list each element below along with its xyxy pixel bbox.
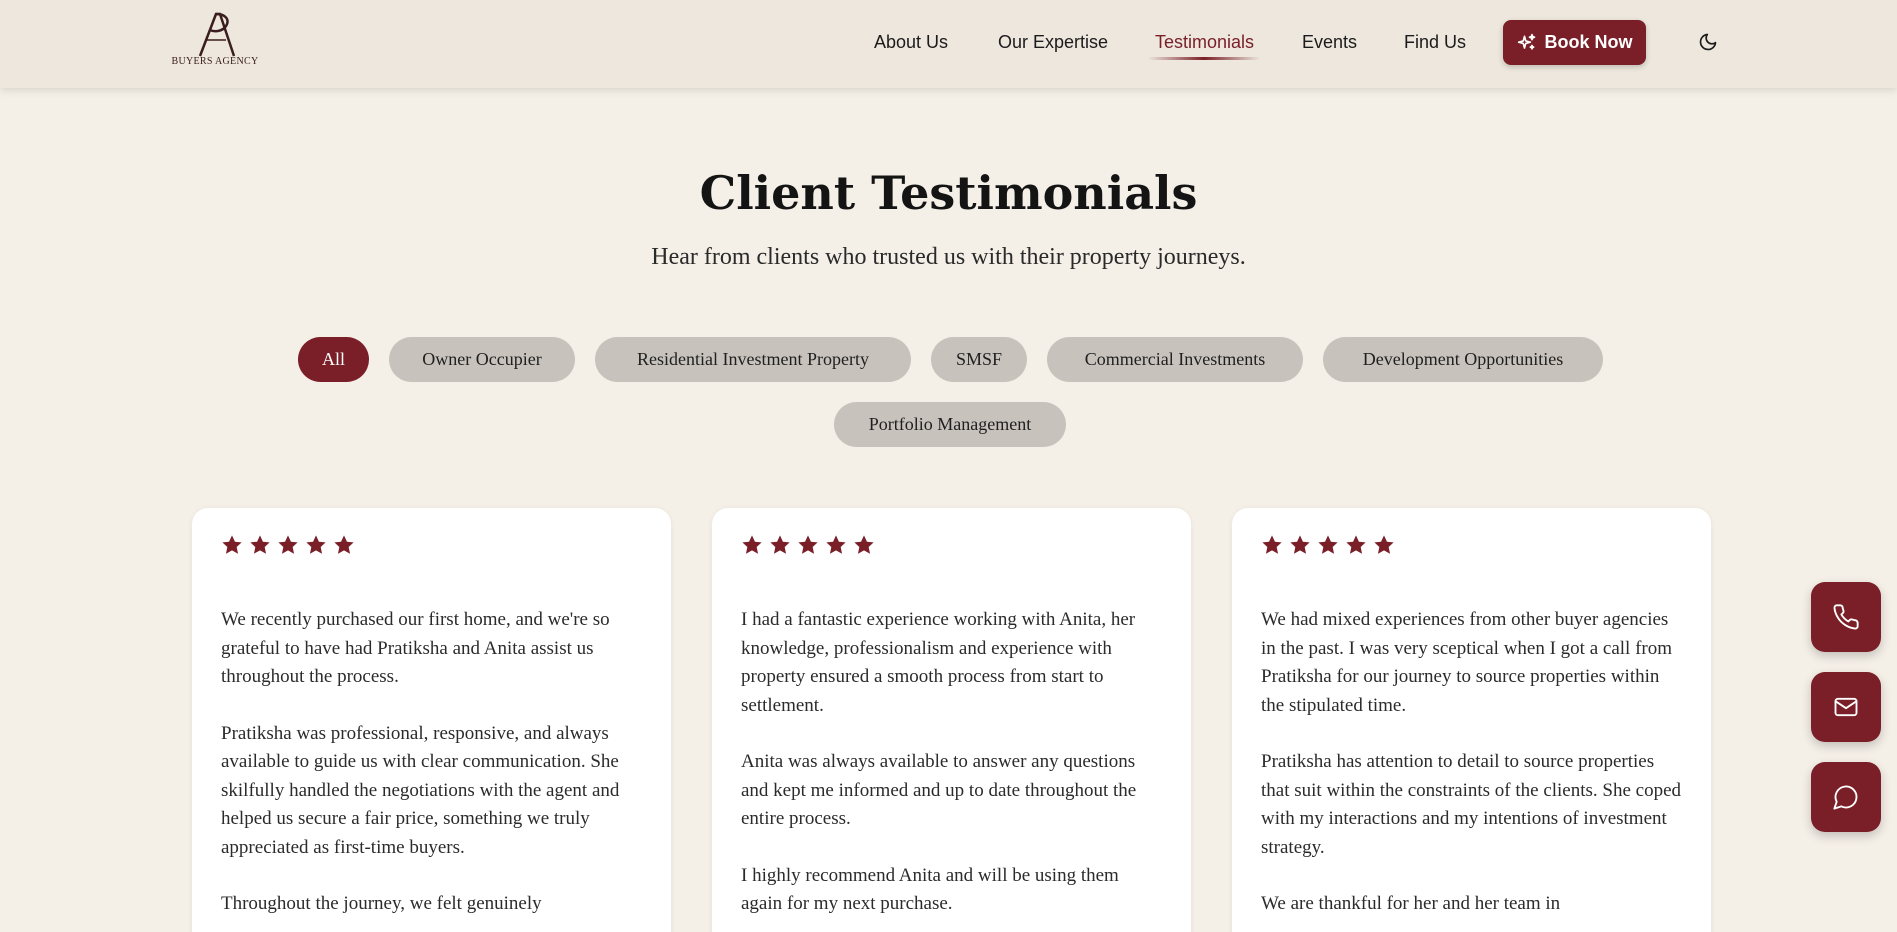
star-icon	[1374, 535, 1394, 554]
testimonial-card: We had mixed experiences from other buye…	[1232, 508, 1711, 932]
nav-find-us[interactable]: Find Us	[1404, 32, 1466, 53]
star-icon	[222, 535, 242, 554]
email-button[interactable]	[1811, 672, 1881, 742]
book-now-label: Book Now	[1544, 32, 1633, 52]
testimonial-paragraph: Pratiksha has attention to detail to sou…	[1261, 751, 1682, 858]
star-icon	[1262, 535, 1282, 554]
star-icon	[770, 535, 790, 554]
call-button[interactable]	[1811, 582, 1881, 652]
testimonial-paragraph: Throughout the journey, we felt genuinel…	[221, 893, 542, 914]
filter-all[interactable]: All	[298, 337, 369, 382]
page-subtitle: Hear from clients who trusted us with th…	[651, 244, 1246, 270]
star-icon	[1346, 535, 1366, 554]
star-icon	[278, 535, 298, 554]
testimonial-card: We recently purchased our first home, an…	[192, 508, 671, 932]
filter-portfolio-management[interactable]: Portfolio Management	[834, 402, 1066, 447]
star-rating	[1261, 534, 1682, 560]
book-now-button[interactable]: Book Now	[1503, 20, 1646, 65]
star-icon	[742, 535, 762, 554]
nav-our-expertise[interactable]: Our Expertise	[998, 32, 1108, 53]
phone-icon	[1833, 604, 1859, 630]
filter-smsf[interactable]: SMSF	[931, 337, 1027, 382]
nav-events[interactable]: Events	[1302, 32, 1357, 53]
page-title: Client Testimonials	[699, 166, 1198, 220]
chat-icon	[1833, 785, 1858, 810]
star-rating	[221, 534, 642, 560]
star-icon	[1290, 535, 1310, 554]
testimonial-text: We recently purchased our first home, an…	[221, 606, 642, 919]
logo-text: BUYERS AGENCY	[171, 56, 259, 67]
testimonial-paragraph: Pratiksha was professional, responsive, …	[221, 722, 620, 858]
star-rating	[741, 534, 1162, 560]
testimonial-paragraph: We had mixed experiences from other buye…	[1261, 609, 1672, 716]
testimonial-paragraph: We are thankful for her and her team in	[1261, 893, 1561, 914]
filter-residential-investment-property[interactable]: Residential Investment Property	[595, 337, 911, 382]
site-header: BUYERS AGENCY About Us Our Expertise Tes…	[0, 0, 1897, 88]
filter-development-opportunities[interactable]: Development Opportunities	[1323, 337, 1603, 382]
nav-testimonials[interactable]: Testimonials	[1155, 32, 1254, 53]
testimonial-card: I had a fantastic experience working wit…	[712, 508, 1191, 932]
star-icon	[798, 535, 818, 554]
star-icon	[826, 535, 846, 554]
star-icon	[854, 535, 874, 554]
nav-about-us[interactable]: About Us	[874, 32, 948, 53]
star-icon	[250, 535, 270, 554]
moon-icon	[1699, 33, 1717, 51]
testimonial-text: We had mixed experiences from other buye…	[1261, 606, 1682, 919]
star-icon	[1318, 535, 1338, 554]
filter-commercial-investments[interactable]: Commercial Investments	[1047, 337, 1303, 382]
star-icon	[334, 535, 354, 554]
theme-toggle-button[interactable]	[1696, 30, 1720, 54]
logo-mark-icon	[198, 12, 236, 57]
nav-active-underline	[1148, 57, 1260, 60]
chat-button[interactable]	[1811, 762, 1881, 832]
sparkles-icon	[1517, 33, 1535, 50]
testimonial-text: I had a fantastic experience working wit…	[741, 606, 1162, 919]
testimonial-paragraph: Anita was always available to answer any…	[741, 751, 1137, 829]
testimonial-paragraph: I highly recommend Anita and will be usi…	[741, 864, 1119, 915]
mail-icon	[1834, 697, 1858, 717]
logo[interactable]: BUYERS AGENCY	[170, 8, 260, 74]
star-icon	[306, 535, 326, 554]
filter-owner-occupier[interactable]: Owner Occupier	[389, 337, 575, 382]
testimonial-paragraph: I had a fantastic experience working wit…	[741, 609, 1136, 716]
testimonial-paragraph: We recently purchased our first home, an…	[221, 609, 610, 687]
